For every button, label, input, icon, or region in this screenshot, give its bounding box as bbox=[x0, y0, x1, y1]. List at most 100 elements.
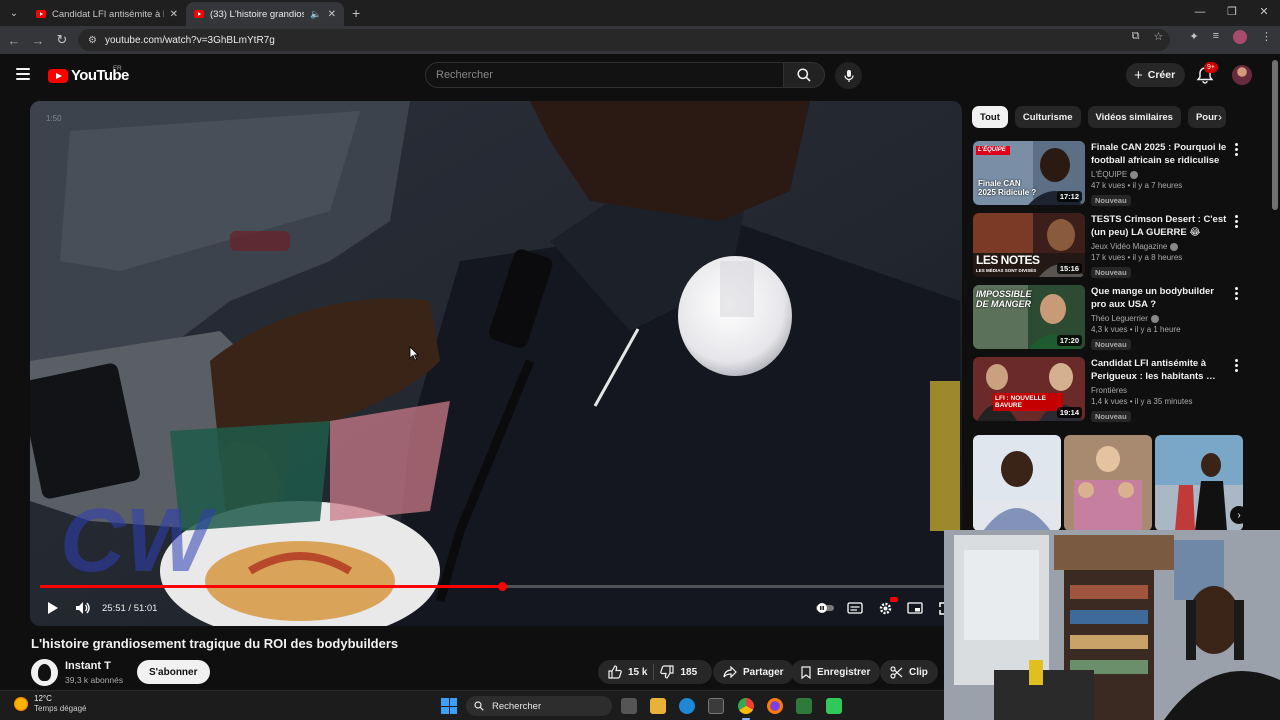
windows-start-icon[interactable] bbox=[441, 698, 457, 714]
recommendation-title[interactable]: Candidat LFI antisémite à Perigueux : le… bbox=[1091, 357, 1231, 383]
subtitles-button[interactable] bbox=[840, 596, 870, 620]
share-button[interactable]: Partager bbox=[713, 660, 794, 684]
channel-avatar[interactable] bbox=[31, 659, 58, 686]
speaker-icon[interactable]: 🔈 bbox=[310, 9, 321, 20]
install-app-icon[interactable]: ⧉ bbox=[1132, 30, 1140, 44]
subscribe-button[interactable]: S'abonner bbox=[137, 660, 210, 684]
dislike-button[interactable]: 185 bbox=[660, 665, 697, 679]
video-thumbnail[interactable]: LES NOTES LES MÉDIAS SONT DIVISÉS 15:16 bbox=[973, 213, 1085, 277]
more-options-icon[interactable] bbox=[1235, 143, 1239, 158]
recommendation-channel[interactable]: Jeux Vidéo Magazine bbox=[1091, 242, 1167, 251]
media-controls-icon[interactable]: ≡ bbox=[1213, 30, 1219, 44]
video-duration: 19:14 bbox=[1056, 407, 1082, 418]
bookmark-star-icon[interactable]: ☆ bbox=[1153, 30, 1163, 44]
app-icon[interactable] bbox=[796, 698, 812, 714]
more-options-icon[interactable] bbox=[1235, 359, 1239, 374]
verified-check-icon bbox=[1170, 242, 1179, 251]
chip-similar-videos[interactable]: Vidéos similaires bbox=[1087, 106, 1181, 128]
miniplayer-button[interactable] bbox=[900, 596, 930, 620]
video-duration: 17:12 bbox=[1056, 191, 1082, 202]
recommendation-channel-row: L'ÉQUIPE bbox=[1091, 170, 1231, 179]
create-button[interactable]: + Créer bbox=[1126, 63, 1186, 87]
recommendation-item[interactable]: L'ÉQUIPE Finale CAN 2025 Ridicule ? 17:1… bbox=[973, 141, 1243, 207]
video-thumbnail[interactable]: LFI : NOUVELLE BAVURE 19:14 bbox=[973, 357, 1085, 421]
short-thumbnail[interactable] bbox=[1064, 435, 1152, 531]
play-icon bbox=[48, 602, 58, 614]
chrome-icon[interactable] bbox=[738, 698, 754, 714]
page-scrollbar[interactable] bbox=[1272, 60, 1278, 210]
recommendation-channel[interactable]: Frontières bbox=[1091, 386, 1127, 395]
thumbnail-caption: IMPOSSIBLE DE MANGER bbox=[976, 289, 1032, 309]
browser-menu-icon[interactable]: ⋮ bbox=[1261, 30, 1272, 44]
plus-icon: + bbox=[1134, 66, 1143, 84]
store-icon[interactable] bbox=[708, 698, 724, 714]
progress-bar[interactable] bbox=[40, 582, 952, 591]
shorts-next-chevron-icon[interactable]: › bbox=[1230, 506, 1248, 524]
more-options-icon[interactable] bbox=[1235, 287, 1239, 302]
autoplay-toggle[interactable] bbox=[810, 596, 840, 620]
recommendation-title[interactable]: TESTS Crimson Desert : C'est (un peu) LA… bbox=[1091, 213, 1231, 239]
recommendation-title[interactable]: Finale CAN 2025 : Pourquoi le football a… bbox=[1091, 141, 1231, 167]
recommendation-info: Finale CAN 2025 : Pourquoi le football a… bbox=[1091, 141, 1231, 208]
recommendation-meta: 17 k vues • il y a 8 heures bbox=[1091, 253, 1183, 262]
tab-search-chevron-icon[interactable]: ⌄ bbox=[4, 3, 24, 23]
recommendation-title[interactable]: Que mange un bodybuilder pro aux USA ? bbox=[1091, 285, 1231, 311]
chip-bodybuilding[interactable]: Culturisme bbox=[1014, 106, 1081, 128]
sun-weather-icon bbox=[14, 697, 28, 711]
shorts-shelf bbox=[973, 435, 1243, 531]
settings-button[interactable] bbox=[870, 596, 900, 620]
forward-icon[interactable]: → bbox=[26, 33, 50, 48]
recommendation-channel[interactable]: Théo Leguerrier bbox=[1091, 314, 1148, 323]
restore-icon[interactable]: ❐ bbox=[1216, 0, 1248, 24]
share-arrow-icon bbox=[723, 666, 737, 678]
recommendation-item[interactable]: IMPOSSIBLE DE MANGER 17:20 Que mange un … bbox=[973, 285, 1243, 351]
short-thumbnail[interactable] bbox=[973, 435, 1061, 531]
recommendation-channel[interactable]: L'ÉQUIPE bbox=[1091, 170, 1127, 179]
new-tab-icon[interactable]: + bbox=[352, 5, 360, 21]
recommendation-item[interactable]: LFI : NOUVELLE BAVURE 19:14 Candidat LFI… bbox=[973, 357, 1243, 423]
reload-icon[interactable]: ↻ bbox=[50, 32, 74, 48]
minimize-icon[interactable]: — bbox=[1184, 0, 1216, 24]
chip-all[interactable]: Tout bbox=[972, 106, 1008, 128]
recommendation-item[interactable]: LES NOTES LES MÉDIAS SONT DIVISÉS 15:16 … bbox=[973, 213, 1243, 279]
firefox-icon[interactable] bbox=[767, 698, 783, 714]
extensions-icon[interactable]: ✦ bbox=[1189, 30, 1198, 44]
account-avatar[interactable] bbox=[1232, 65, 1252, 85]
tab-close-icon[interactable]: ✕ bbox=[170, 9, 178, 20]
thumbnail-subcaption: LES MÉDIAS SONT DIVISÉS bbox=[976, 268, 1037, 273]
search-icon bbox=[474, 701, 484, 711]
task-view-icon[interactable] bbox=[621, 698, 637, 714]
mouse-cursor-icon bbox=[409, 346, 419, 361]
save-button[interactable]: Enregistrer bbox=[791, 660, 881, 684]
taskbar-search[interactable]: Rechercher bbox=[466, 696, 612, 716]
like-button[interactable]: 15 k bbox=[608, 665, 647, 679]
recommendation-info: TESTS Crimson Desert : C'est (un peu) LA… bbox=[1091, 213, 1231, 280]
search-button[interactable] bbox=[783, 62, 825, 88]
channel-name[interactable]: Instant T bbox=[65, 660, 111, 672]
profile-avatar[interactable] bbox=[1233, 30, 1247, 44]
weather-widget[interactable]: 12°C Temps dégagé bbox=[14, 694, 86, 714]
progress-played bbox=[40, 585, 503, 588]
video-duration: 15:16 bbox=[1056, 263, 1082, 274]
clip-button[interactable]: Clip bbox=[880, 660, 938, 684]
chat-app-icon[interactable] bbox=[826, 698, 842, 714]
video-player[interactable]: CW 1:50 25:51 / 51:01 bbox=[30, 101, 962, 626]
volume-button[interactable] bbox=[68, 596, 98, 620]
voice-search-button[interactable] bbox=[835, 62, 862, 89]
video-thumbnail[interactable]: L'ÉQUIPE Finale CAN 2025 Ridicule ? 17:1… bbox=[973, 141, 1085, 205]
play-button[interactable] bbox=[38, 596, 68, 620]
menu-icon[interactable] bbox=[16, 68, 30, 80]
file-explorer-icon[interactable] bbox=[650, 698, 666, 714]
browser-tab-1[interactable]: Candidat LFI antisémite à Perig ✕ bbox=[28, 2, 186, 26]
chevron-right-icon[interactable]: › bbox=[1218, 110, 1222, 124]
site-info-icon[interactable]: ⚙ bbox=[88, 35, 97, 46]
more-options-icon[interactable] bbox=[1235, 215, 1239, 230]
browser-tab-2[interactable]: (33) L'histoire grandioseme 🔈 ✕ bbox=[186, 2, 344, 26]
close-window-icon[interactable]: ✕ bbox=[1248, 0, 1280, 24]
back-icon[interactable]: ← bbox=[2, 33, 26, 48]
search-input[interactable] bbox=[426, 63, 783, 87]
video-thumbnail[interactable]: IMPOSSIBLE DE MANGER 17:20 bbox=[973, 285, 1085, 349]
address-bar[interactable]: ⚙ youtube.com/watch?v=3GhBLmYtR7g bbox=[78, 29, 1170, 51]
tab-close-icon[interactable]: ✕ bbox=[328, 9, 336, 20]
edge-browser-icon[interactable] bbox=[679, 698, 695, 714]
